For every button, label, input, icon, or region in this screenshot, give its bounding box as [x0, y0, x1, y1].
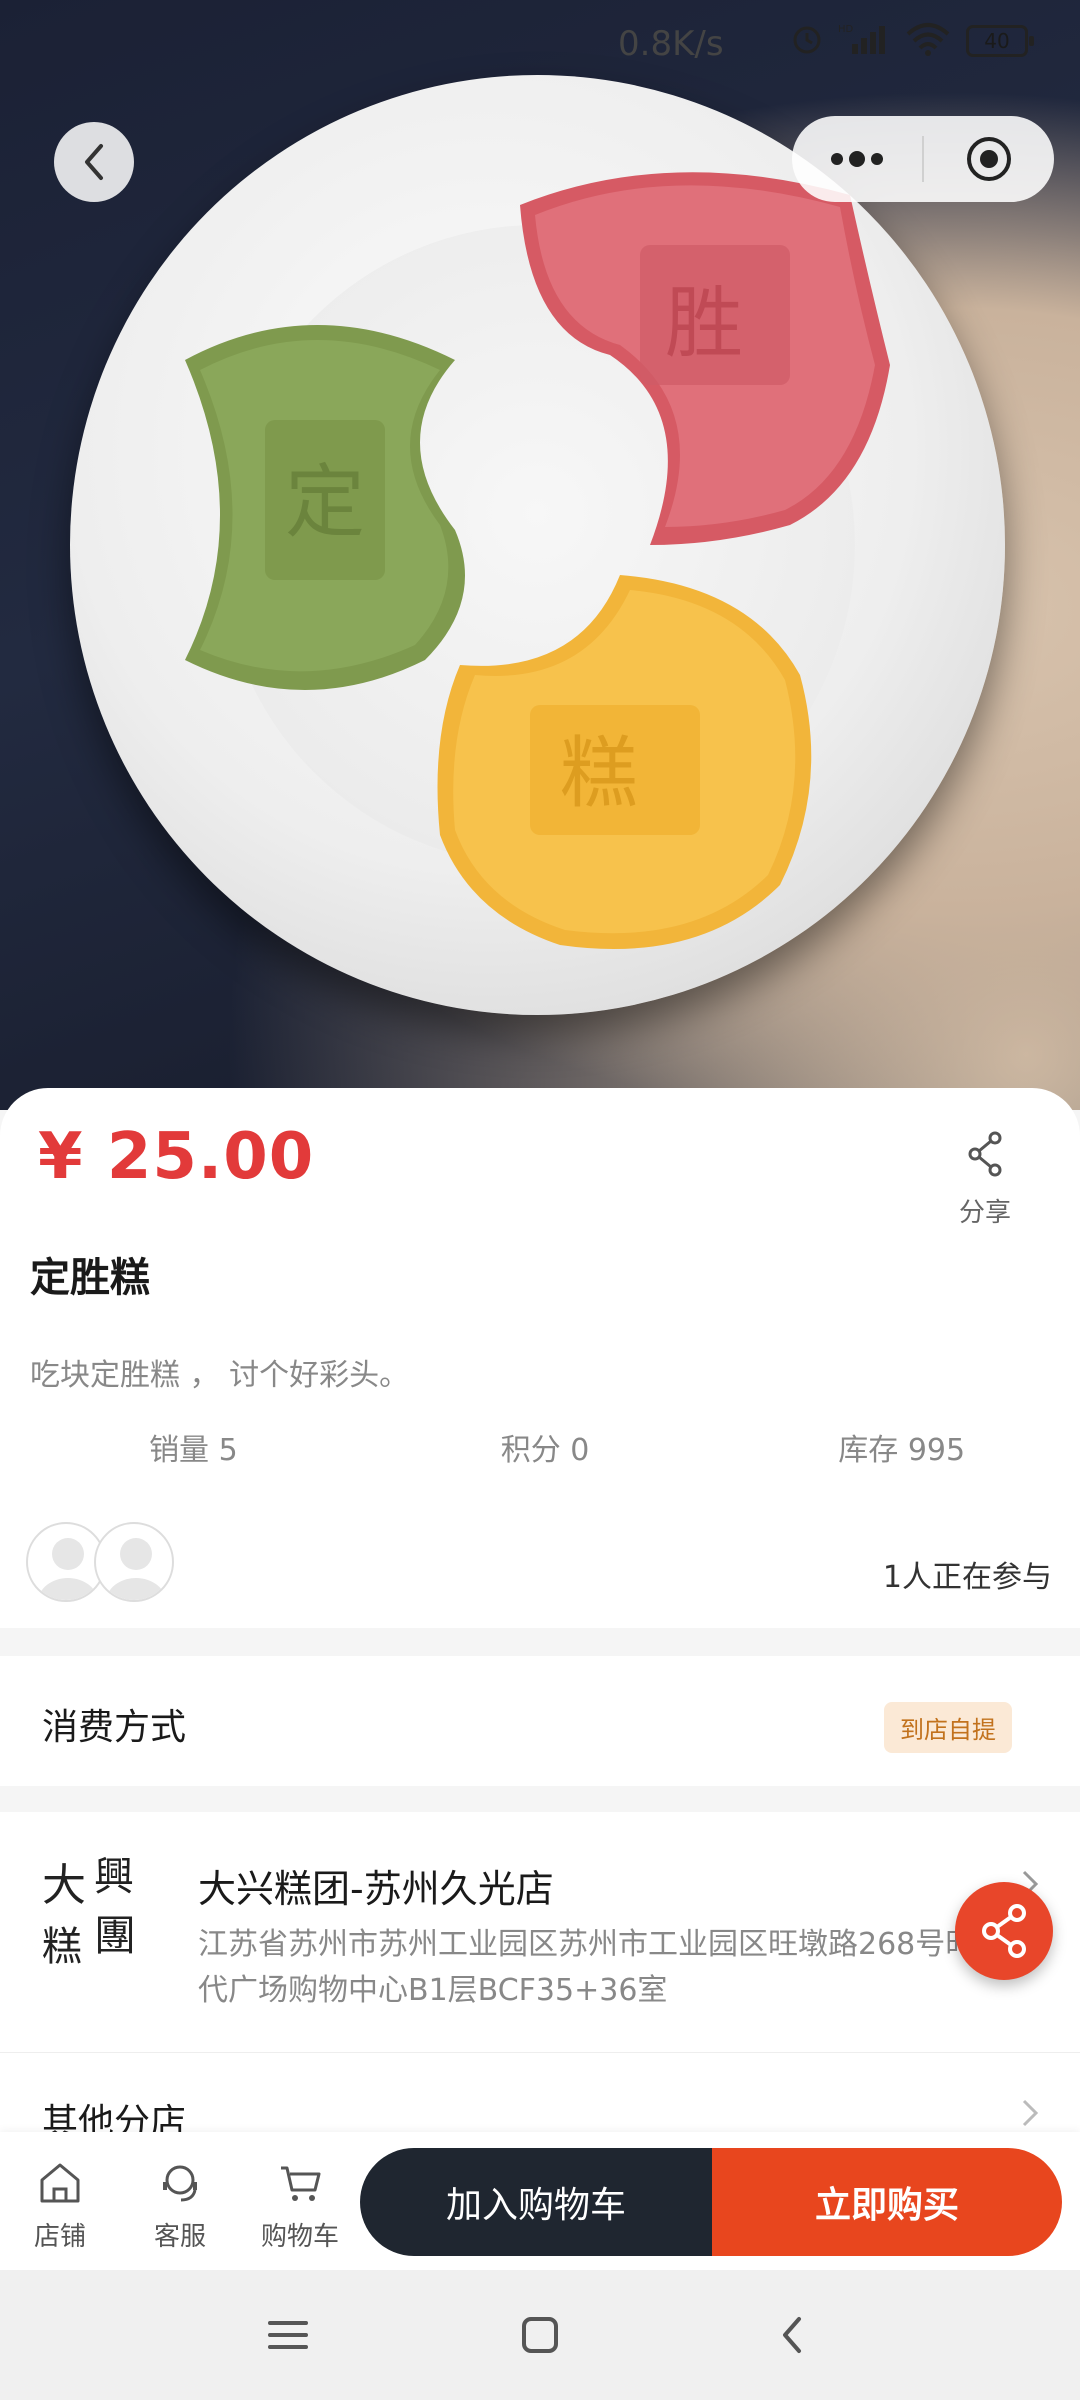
avatar — [94, 1522, 174, 1602]
system-navigation-bar — [0, 2270, 1080, 2400]
network-speed: 0.8K/s — [618, 24, 724, 64]
tab-cart[interactable]: 购物车 — [250, 2154, 350, 2253]
consumption-method: 消费方式 到店自提 — [0, 1656, 1080, 1786]
close-miniprogram-button[interactable] — [924, 116, 1054, 202]
store-card[interactable]: 大 興 糕 團 大兴糕团-苏州久光店 江苏省苏州市苏州工业园区苏州市工业园区旺墩… — [0, 1812, 1080, 2052]
tab-store[interactable]: 店铺 — [10, 2154, 110, 2253]
yellow-cake: 糕 — [420, 555, 840, 955]
stock-count: 库存 995 — [838, 1433, 966, 1468]
participant-avatars — [26, 1522, 186, 1602]
back-arrow-icon — [783, 2317, 801, 2353]
mini-program-capsule — [792, 116, 1054, 202]
store-icon — [40, 2163, 80, 2203]
buy-now-button[interactable]: 立即购买 — [712, 2148, 1062, 2256]
more-button[interactable] — [792, 116, 922, 202]
menu-nav-button[interactable] — [258, 2310, 318, 2360]
share-button[interactable]: 分享 — [950, 1130, 1020, 1229]
battery-icon: 40 — [966, 25, 1034, 57]
svg-text:糕: 糕 — [560, 729, 638, 819]
back-button[interactable] — [54, 122, 134, 202]
product-image[interactable]: 定 胜 糕 0.8K/s HD 40 — [0, 0, 1080, 1110]
home-square-icon — [522, 2317, 558, 2353]
svg-text:團: 團 — [94, 1911, 136, 1960]
tab-service-label: 客服 — [153, 2222, 206, 2252]
consumption-label: 消费方式 — [42, 1707, 187, 1748]
signal-icon: HD — [838, 22, 890, 60]
store-address: 江苏省苏州市苏州工业园区苏州市工业园区旺墩路268号时代广场购物中心B1层BCF… — [198, 1927, 976, 2008]
tab-service[interactable]: 客服 — [130, 2154, 230, 2253]
store-logo: 大 興 糕 團 — [38, 1842, 148, 1982]
more-dots-icon — [831, 151, 883, 167]
add-to-cart-button[interactable]: 加入购物车 — [360, 2148, 712, 2256]
wifi-icon — [904, 22, 952, 60]
back-nav-button[interactable] — [762, 2310, 822, 2360]
floating-share-button[interactable] — [955, 1882, 1053, 1980]
product-title: 定胜糕 — [30, 1255, 150, 1301]
share-label: 分享 — [958, 1198, 1011, 1228]
chevron-right-icon — [1022, 2099, 1039, 2127]
tab-cart-label: 购物车 — [260, 2222, 339, 2252]
cart-icon — [281, 2166, 321, 2201]
other-branches-label: 其他分店 — [42, 2102, 187, 2133]
svg-text:胜: 胜 — [665, 279, 743, 369]
share-icon — [968, 1131, 1002, 1177]
svg-text:定: 定 — [285, 456, 365, 549]
chevron-left-icon — [85, 144, 103, 180]
sales-count: 销量 5 — [149, 1433, 238, 1468]
svg-text:糕: 糕 — [42, 1924, 82, 1970]
share-icon — [982, 1904, 1026, 1958]
menu-icon — [268, 2321, 308, 2349]
service-icon — [163, 2165, 197, 2202]
home-nav-button[interactable] — [510, 2310, 570, 2360]
product-stats: 销量 5 积分 0 库存 995 — [0, 1425, 1080, 1469]
store-name: 大兴糕团-苏州久光店 — [198, 1867, 554, 1911]
svg-text:大: 大 — [42, 1860, 86, 1911]
alarm-icon — [790, 22, 824, 60]
svg-text:興: 興 — [94, 1854, 134, 1900]
red-cake: 胜 — [490, 155, 910, 555]
product-price: ¥ 25.00 — [38, 1120, 315, 1194]
participants-count: 1人正在参与 — [882, 1560, 1052, 1595]
target-close-icon — [967, 137, 1011, 181]
svg-text:HD: HD — [838, 24, 854, 35]
product-description: 吃块定胜糕 ， 讨个好彩头。 — [30, 1358, 410, 1393]
bottom-action-bar: 店铺 客服 购物车 加入购物车 立即购买 — [0, 2132, 1080, 2270]
points-value: 积分 0 — [500, 1433, 590, 1468]
tab-store-label: 店铺 — [33, 2222, 86, 2252]
other-branches[interactable]: 其他分店 — [0, 2052, 1080, 2133]
status-bar: 0.8K/s HD 40 — [0, 0, 1080, 96]
pickup-tag: 到店自提 — [884, 1702, 1012, 1753]
